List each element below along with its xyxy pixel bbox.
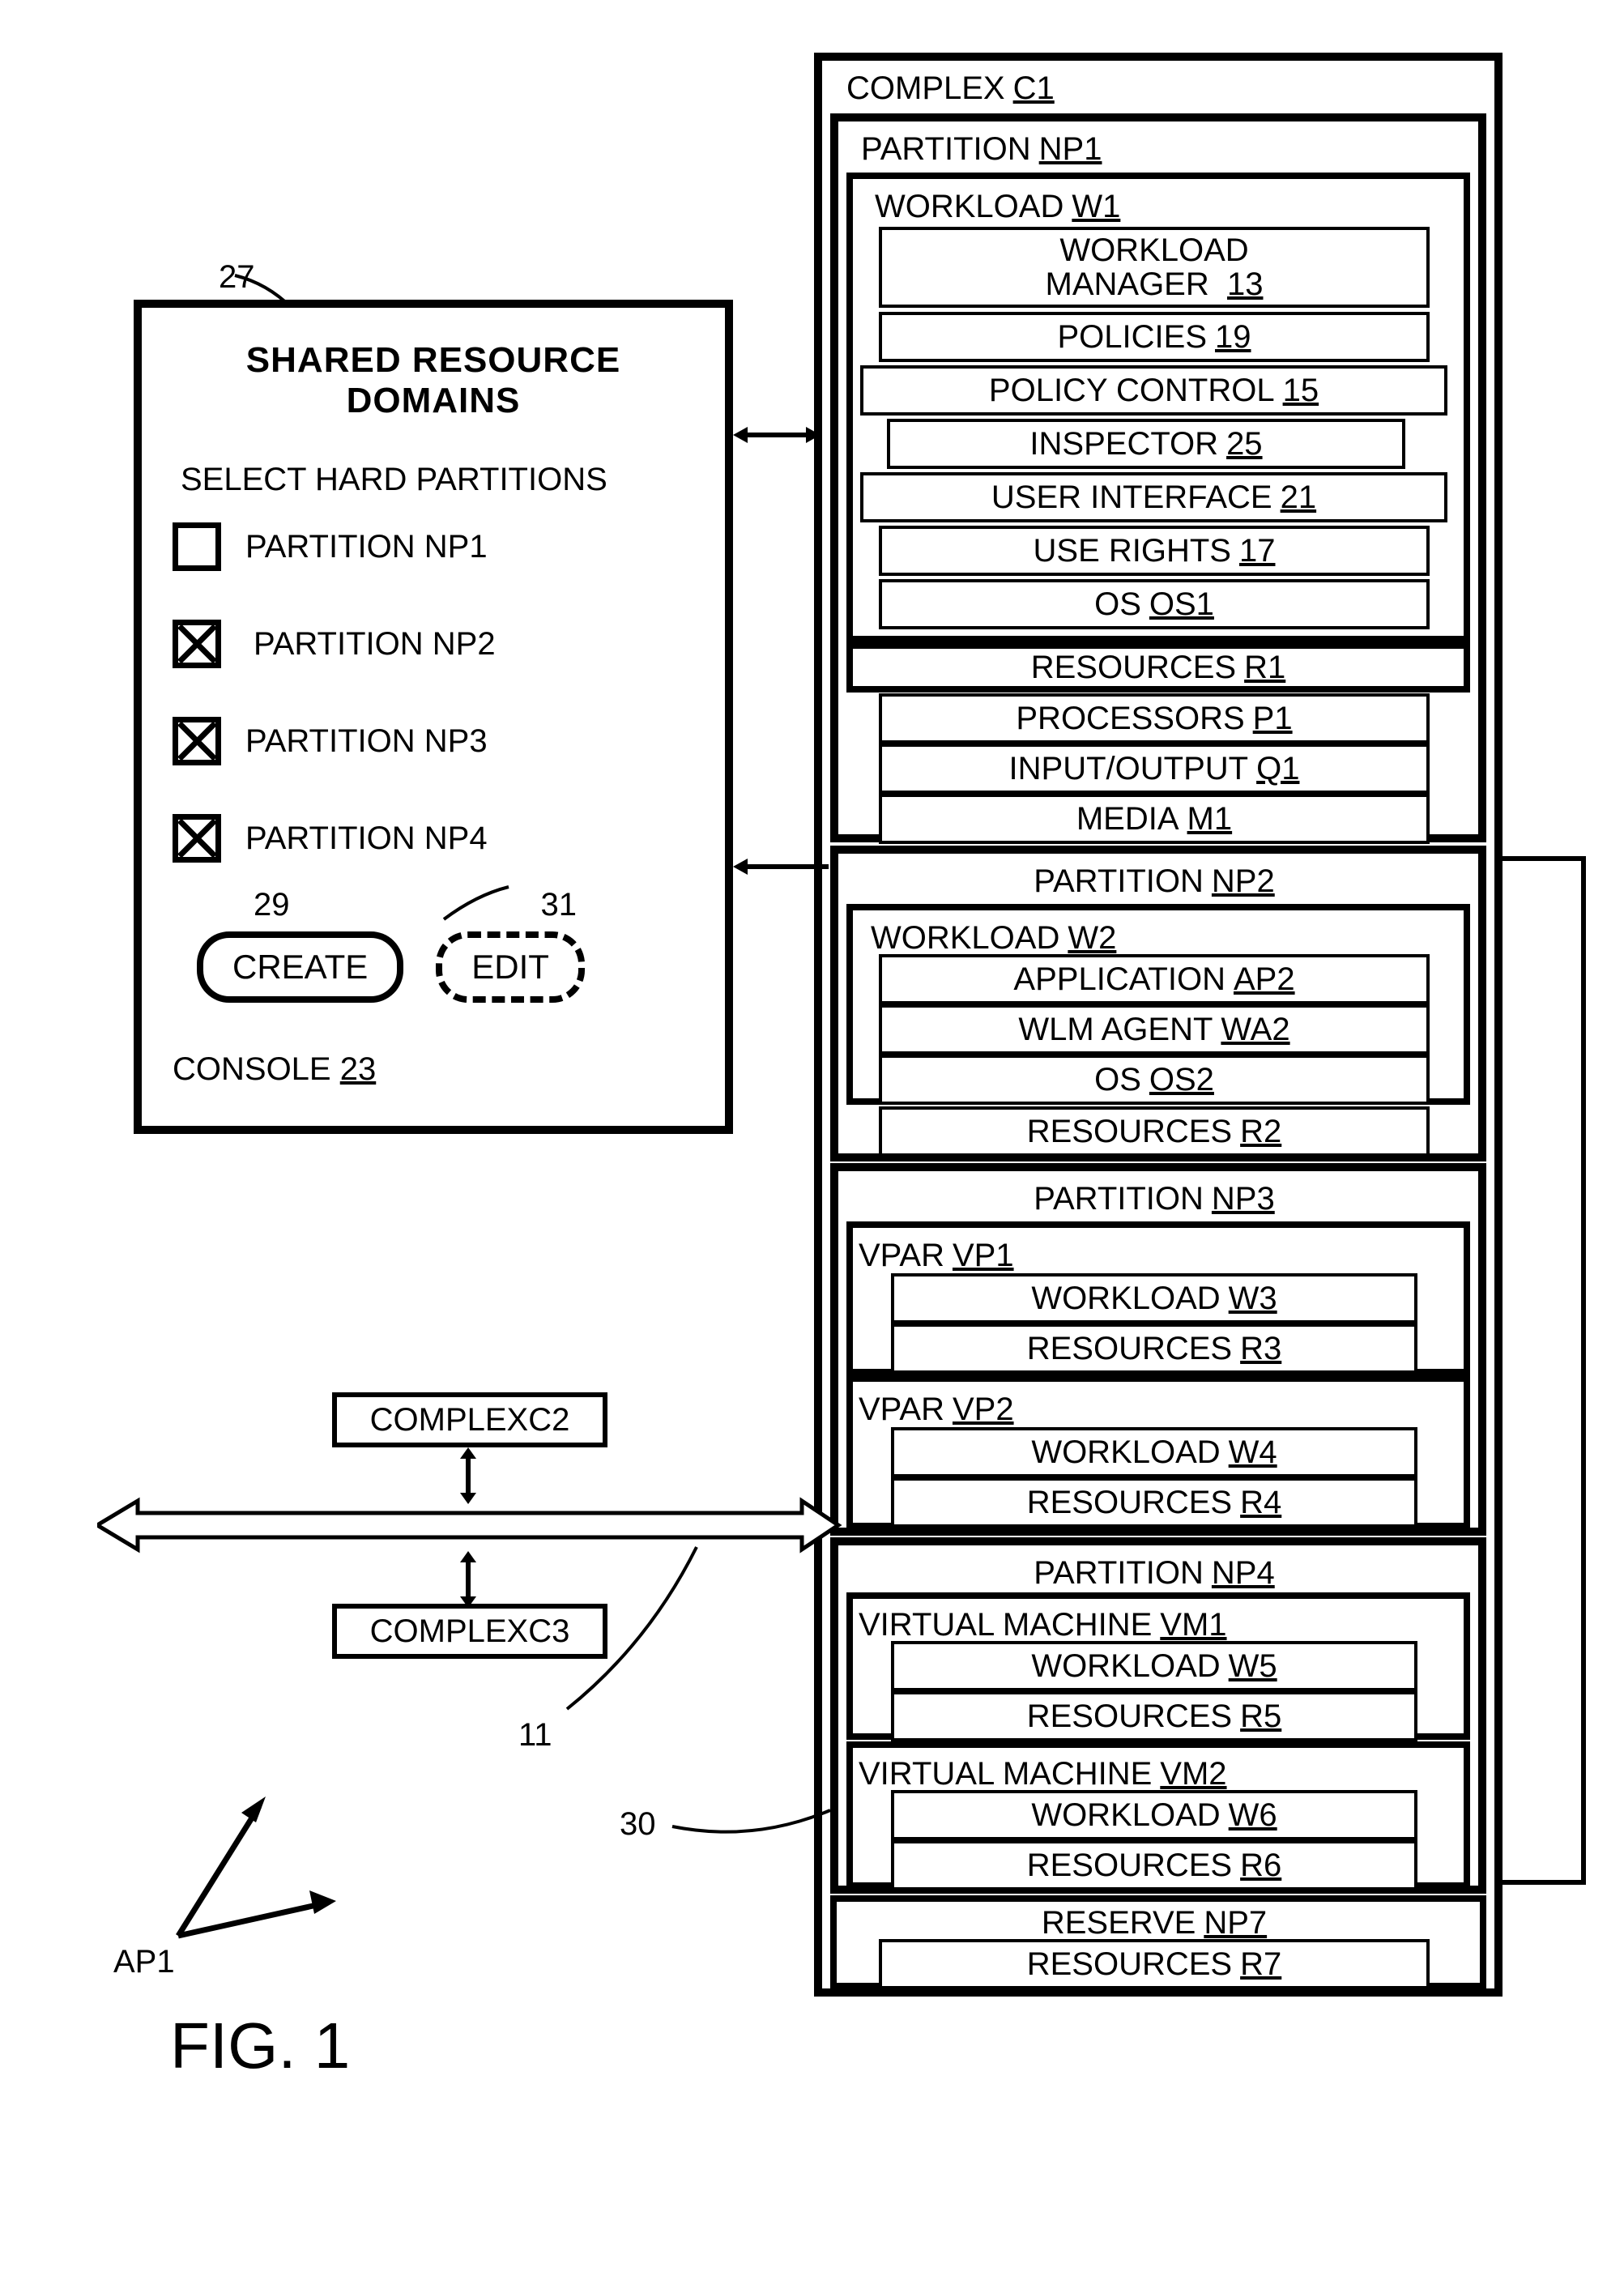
arrow-np2-console [733, 855, 830, 879]
os2-row: OSOS2 [879, 1055, 1430, 1105]
use-rights-row: USE RIGHTS17 [879, 526, 1430, 576]
bracket-right [1503, 846, 1600, 1895]
workload-w3-row: WORKLOADW3 [891, 1273, 1417, 1323]
resources-r3-row: RESOURCESR3 [891, 1323, 1417, 1374]
complex-c1-label: COMPLEXC1 [830, 63, 1284, 113]
leader-11 [567, 1547, 729, 1725]
resources-r5-row: RESOURCESR5 [891, 1691, 1417, 1741]
partition-np1-label2: PARTITIONNP1 [846, 124, 1251, 174]
partition-np3-label: PARTITIONNP3 [846, 1174, 1462, 1224]
media-m1-row: MEDIAM1 [879, 794, 1430, 844]
checkbox-np3[interactable] [173, 717, 221, 765]
partition-np3-row[interactable]: PARTITION NP3 [173, 717, 694, 765]
complex-c3-box: COMPLEXC3 [332, 1604, 607, 1659]
ap1-label: AP1 [113, 1944, 175, 1980]
io-q1-row: INPUT/OUTPUTQ1 [879, 744, 1430, 794]
checkbox-np2[interactable] [173, 620, 221, 668]
resources-r4-row: RESOURCESR4 [891, 1477, 1417, 1528]
workload-manager-row2: WORKLOAD MANAGER 13 [879, 227, 1430, 308]
inspector-row: INSPECTOR25 [887, 419, 1405, 469]
arrow-c3-bus [455, 1551, 481, 1608]
partition-np3-label: PARTITION NP3 [245, 723, 488, 760]
partition-np4-row[interactable]: PARTITION NP4 [173, 814, 694, 863]
partition-np1-row[interactable]: PARTITION NP1 [173, 522, 694, 571]
reserve-np7-label: RESERVENP7 [846, 1903, 1462, 1942]
workload-w5-row: WORKLOADW5 [891, 1641, 1417, 1691]
ref-31: 31 [541, 887, 578, 927]
leader-30 [672, 1802, 834, 1851]
policy-control-row: POLICY CONTROL15 [860, 365, 1447, 416]
ref-11: 11 [518, 1717, 552, 1754]
policies-row: POLICIES19 [879, 312, 1430, 362]
partition-np1-label: PARTITION NP1 [245, 529, 488, 565]
partition-np2-label: PARTITIONNP2 [846, 856, 1462, 906]
arrow-c2-bus [455, 1447, 481, 1504]
partition-np4-label: PARTITION NP4 [245, 820, 488, 857]
partition-np4-label: PARTITIONNP4 [846, 1548, 1462, 1598]
console-subtitle: SELECT HARD PARTITIONS [181, 462, 694, 498]
bus-arrow [97, 1497, 842, 1554]
ref-29: 29 [254, 887, 290, 927]
ref-30: 30 [620, 1806, 656, 1843]
workload-w4-row: WORKLOADW4 [891, 1427, 1417, 1477]
workload-w1-label: WORKLOADW1 [863, 181, 1268, 232]
edit-button[interactable]: EDIT [436, 931, 585, 1003]
figure-label: FIG. 1 [170, 2009, 350, 2083]
partition-np2-row[interactable]: PARTITION NP2 [173, 620, 694, 668]
complex-c2-box: COMPLEXC2 [332, 1392, 607, 1447]
workload-w6-row: WORKLOADW6 [891, 1790, 1417, 1840]
checkbox-np4[interactable] [173, 814, 221, 863]
resources-r7-row: RESOURCESR7 [879, 1939, 1430, 1989]
checkbox-np1[interactable] [173, 522, 221, 571]
os1-row: OSOS1 [879, 579, 1430, 629]
ap1-arrows [146, 1782, 356, 1960]
console-title: SHARED RESOURCE DOMAINS [173, 340, 694, 421]
console-footer: CONSOLE 23 [173, 1051, 694, 1088]
user-interface-row: USER INTERFACE21 [860, 472, 1447, 522]
application-ap2-row: APPLICATIONAP2 [879, 954, 1430, 1004]
resources-r1-row: RESOURCESR1 [846, 642, 1470, 693]
create-button[interactable]: CREATE [197, 931, 403, 1003]
leader-31 [436, 887, 533, 927]
partition-np2-label: PARTITION NP2 [254, 626, 496, 663]
console-panel: SHARED RESOURCE DOMAINS SELECT HARD PART… [134, 300, 733, 1134]
resources-r2-row: RESOURCESR2 [879, 1106, 1430, 1157]
arrow-console-inspector [733, 423, 821, 447]
resources-r6-row: RESOURCESR6 [891, 1840, 1417, 1890]
wlm-agent-row: WLM AGENTWA2 [879, 1004, 1430, 1055]
processors-p1-row: PROCESSORSP1 [879, 693, 1430, 744]
